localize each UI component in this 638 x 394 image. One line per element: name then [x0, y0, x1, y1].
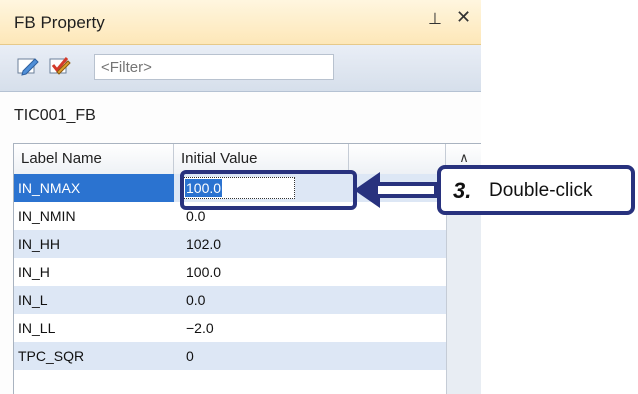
- initial-value-cell[interactable]: 0.0: [174, 286, 349, 314]
- pin-icon[interactable]: ⊥: [428, 9, 442, 28]
- toolbar: [0, 45, 481, 92]
- initial-value-cell[interactable]: 102.0: [174, 230, 349, 258]
- column-header-label-name[interactable]: Label Name: [14, 144, 174, 174]
- label-name-cell: IN_HH: [18, 236, 61, 252]
- annotation-arrow-shaft: [378, 182, 438, 198]
- panel-title: FB Property: [14, 13, 105, 32]
- annotation-highlight-box: [180, 170, 357, 210]
- step-instruction: Double-click: [489, 180, 593, 201]
- initial-value-cell[interactable]: 100.0: [174, 258, 349, 286]
- label-name-cell: TPC_SQR: [18, 348, 85, 364]
- filter-input[interactable]: [94, 54, 334, 80]
- close-icon[interactable]: ✕: [456, 7, 471, 28]
- edit-check-icon[interactable]: [48, 55, 72, 77]
- label-name-cell: IN_L: [18, 292, 48, 308]
- table-row[interactable]: IN_L 0.0: [14, 286, 446, 314]
- title-bar: FB Property ⊥ ✕: [0, 0, 481, 45]
- initial-value-cell[interactable]: 0: [174, 342, 349, 370]
- table-row[interactable]: TPC_SQR 0: [14, 342, 446, 370]
- table-row[interactable]: IN_H 100.0: [14, 258, 446, 286]
- edit-pencil-icon[interactable]: [16, 55, 40, 77]
- label-name-cell: IN_NMAX: [14, 174, 174, 202]
- step-number: 3.: [453, 178, 472, 203]
- label-name-cell: IN_NMIN: [18, 208, 76, 224]
- initial-value-cell[interactable]: −2.0: [174, 314, 349, 342]
- table-row[interactable]: IN_HH 102.0: [14, 230, 446, 258]
- table-row[interactable]: IN_LL −2.0: [14, 314, 446, 342]
- step-callout: 3. Double-click: [437, 165, 635, 215]
- label-name-cell: IN_H: [18, 264, 50, 280]
- fb-name-label: TIC001_FB: [14, 107, 96, 124]
- label-name-cell: IN_LL: [18, 320, 56, 336]
